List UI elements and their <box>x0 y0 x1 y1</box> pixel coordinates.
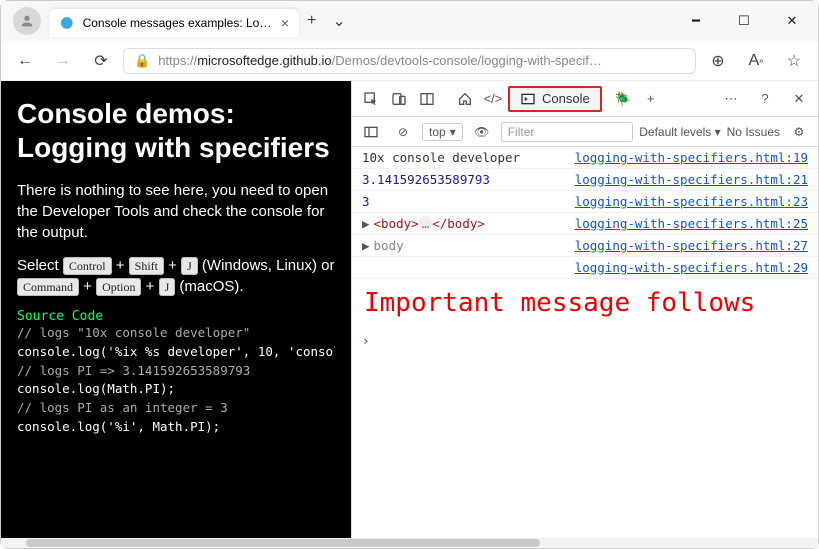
log-levels-selector[interactable]: Default levels ▾ <box>639 125 720 139</box>
kbd-ctrl: Control <box>63 257 112 275</box>
welcome-tab-icon[interactable] <box>452 86 478 112</box>
url-field[interactable]: 🔒 https://microsoftedge.github.io/Demos/… <box>123 48 696 74</box>
expand-icon[interactable]: ▶ <box>362 216 370 231</box>
edge-icon <box>59 15 75 31</box>
page-intro: There is nothing to see here, you need t… <box>17 180 335 243</box>
address-bar: ← → ⟳ 🔒 https://microsoftedge.github.io/… <box>1 41 818 81</box>
back-button[interactable]: ← <box>9 45 41 77</box>
browser-tab[interactable]: Console messages examples: Log… × <box>49 9 299 37</box>
kbd-cmd: Command <box>17 278 79 296</box>
content-area: Console demos: Logging with specifiers T… <box>1 81 818 538</box>
scrollbar-thumb[interactable] <box>26 539 541 547</box>
page-heading: Console demos: Logging with specifiers <box>17 97 335 164</box>
window-titlebar: Console messages examples: Log… × + ⌄ ━ … <box>1 1 818 41</box>
kbd-opt: Option <box>96 278 141 296</box>
forward-button: → <box>47 45 79 77</box>
source-link[interactable]: logging-with-specifiers.html:29 <box>575 260 808 275</box>
issues-link[interactable]: No Issues <box>727 125 780 139</box>
source-link[interactable]: logging-with-specifiers.html:25 <box>575 216 808 231</box>
devtools-pane: </> Console 🪲 + ⋯ ? ✕ ⊘ top ▾ 👁 Filter D… <box>351 81 818 538</box>
styled-console-message: Important message follows <box>352 279 818 329</box>
tab-title: Console messages examples: Log… <box>83 16 273 30</box>
horizontal-scrollbar[interactable] <box>1 538 818 548</box>
panel-icon[interactable] <box>414 86 440 112</box>
console-output: 10x console developer logging-with-speci… <box>352 147 818 538</box>
tab-chevron-icon[interactable]: ⌄ <box>324 11 353 31</box>
live-expression-icon[interactable]: 👁 <box>469 119 495 145</box>
settings-gear-icon[interactable]: ⚙ <box>786 119 812 145</box>
new-tab-button[interactable]: + <box>299 12 324 30</box>
expand-icon[interactable]: ▶ <box>362 238 370 253</box>
bug-icon[interactable]: 🪲 <box>610 86 636 112</box>
console-message: 3.141592653589793 logging-with-specifier… <box>352 169 818 191</box>
console-message: ▶body logging-with-specifiers.html:27 <box>352 235 818 257</box>
clear-console-icon[interactable]: ⊘ <box>390 119 416 145</box>
close-tab-icon[interactable]: × <box>281 15 289 31</box>
close-window-button[interactable]: ✕ <box>770 6 814 36</box>
console-tab[interactable]: Console <box>508 86 602 112</box>
refresh-button[interactable]: ⟳ <box>85 45 117 77</box>
favorite-icon[interactable]: ☆ <box>778 45 810 77</box>
more-tabs-button[interactable]: + <box>638 86 664 112</box>
sidebar-toggle-icon[interactable] <box>358 119 384 145</box>
console-message: 3 logging-with-specifiers.html:23 <box>352 191 818 213</box>
device-icon[interactable] <box>386 86 412 112</box>
inspect-icon[interactable] <box>358 86 384 112</box>
source-link[interactable]: logging-with-specifiers.html:27 <box>575 238 808 253</box>
kbd-j: J <box>181 257 198 275</box>
page-pane: Console demos: Logging with specifiers T… <box>1 81 351 538</box>
devtools-tabbar: </> Console 🪲 + ⋯ ? ✕ <box>352 81 818 117</box>
source-link[interactable]: logging-with-specifiers.html:21 <box>575 172 808 187</box>
filter-input[interactable]: Filter <box>501 122 634 142</box>
source-link[interactable]: logging-with-specifiers.html:19 <box>575 150 808 165</box>
lock-icon: 🔒 <box>134 53 150 69</box>
close-devtools-icon[interactable]: ✕ <box>786 86 812 112</box>
profile-avatar[interactable] <box>13 7 41 35</box>
help-icon[interactable]: ? <box>752 86 778 112</box>
minimize-button[interactable]: ━ <box>674 6 718 36</box>
console-message: 10x console developer logging-with-speci… <box>352 147 818 169</box>
app-icon[interactable]: ⊕ <box>702 45 734 77</box>
console-prompt[interactable]: › <box>352 329 818 352</box>
person-icon <box>19 13 35 29</box>
more-icon[interactable]: ⋯ <box>718 86 744 112</box>
console-message: logging-with-specifiers.html:29 <box>352 257 818 279</box>
console-message: ▶<body>…</body> logging-with-specifiers.… <box>352 213 818 235</box>
console-toolbar: ⊘ top ▾ 👁 Filter Default levels ▾ No Iss… <box>352 117 818 147</box>
read-aloud-icon[interactable]: A» <box>740 45 772 77</box>
console-icon <box>520 91 536 107</box>
chevron-down-icon: ▾ <box>450 125 456 139</box>
elements-tab-icon[interactable]: </> <box>480 86 506 112</box>
source-link[interactable]: logging-with-specifiers.html:23 <box>575 194 808 209</box>
source-code-heading: Source Code <box>17 309 335 324</box>
maximize-button[interactable]: ☐ <box>722 6 766 36</box>
page-shortcuts: Select Control + Shift + J (Windows, Lin… <box>17 255 335 297</box>
context-selector[interactable]: top ▾ <box>422 123 463 141</box>
kbd-shift: Shift <box>129 257 164 275</box>
